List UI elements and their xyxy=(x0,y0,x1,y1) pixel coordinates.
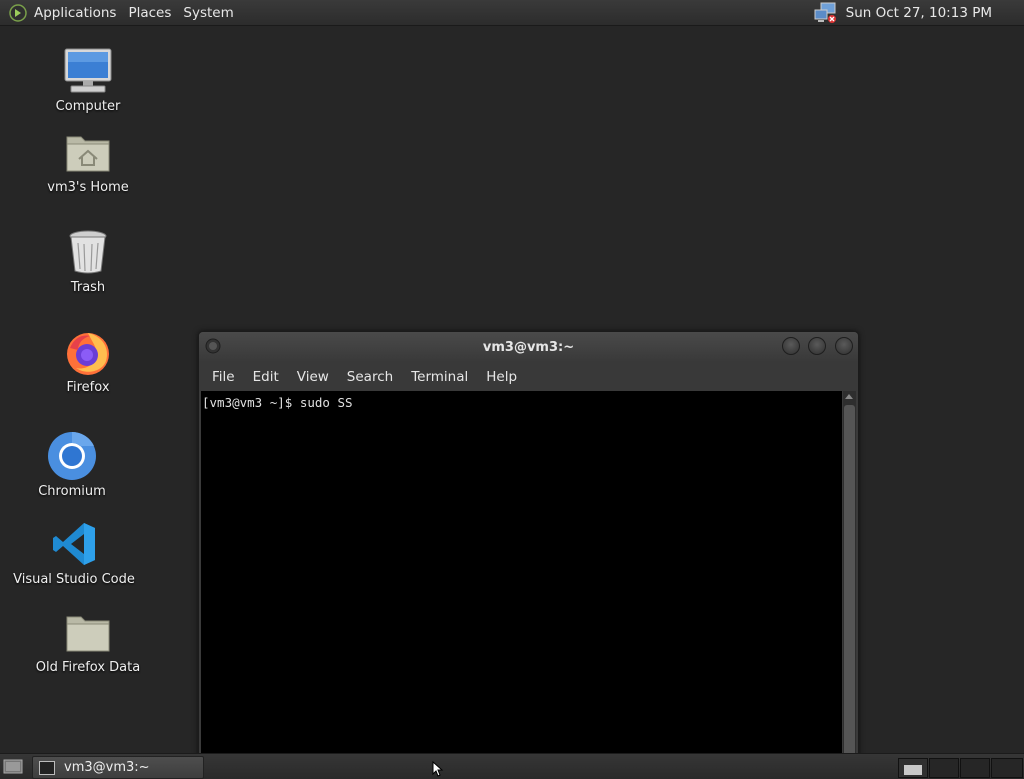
terminal-menubar: File Edit View Search Terminal Help xyxy=(199,362,858,391)
taskbar-terminal-button[interactable]: vm3@vm3:~ xyxy=(32,756,204,779)
menu-terminal[interactable]: Terminal xyxy=(402,369,477,385)
desktop-icon-label: Computer xyxy=(55,99,121,114)
system-menu[interactable]: System xyxy=(177,5,239,21)
prompt-line: [vm3@vm3 ~]$ sudo SS xyxy=(202,395,353,410)
window-title: vm3@vm3:~ xyxy=(482,340,575,355)
workspace-3[interactable] xyxy=(960,758,990,778)
menu-search[interactable]: Search xyxy=(338,369,402,385)
terminal-icon xyxy=(39,760,55,775)
computer-icon xyxy=(64,48,112,93)
places-menu[interactable]: Places xyxy=(122,5,177,21)
menu-help[interactable]: Help xyxy=(477,369,526,385)
bottom-panel: vm3@vm3:~ xyxy=(0,753,1024,779)
desktop-icon-old-firefox-data[interactable]: Old Firefox Data xyxy=(18,607,158,675)
vscode-icon xyxy=(53,523,95,565)
clock[interactable]: Sun Oct 27, 10:13 PM xyxy=(846,5,992,21)
desktop-icon-firefox[interactable]: Firefox xyxy=(18,327,158,395)
scroll-up-arrow-icon[interactable] xyxy=(845,394,853,399)
taskbar-label: vm3@vm3:~ xyxy=(64,760,150,775)
terminal-window[interactable]: vm3@vm3:~ File Edit View Search Terminal… xyxy=(198,331,859,763)
desktop-icon-label: Chromium xyxy=(38,484,106,499)
show-desktop-icon[interactable] xyxy=(3,758,23,774)
desktop-icon-chromium[interactable]: Chromium xyxy=(2,431,142,499)
desktop-icon-label: Old Firefox Data xyxy=(35,660,141,675)
desktop-icon-trash[interactable]: Trash xyxy=(18,227,158,295)
desktop-icon-label: Visual Studio Code xyxy=(13,572,135,587)
menu-view[interactable]: View xyxy=(288,369,338,385)
network-icon[interactable] xyxy=(814,2,838,24)
maximize-button[interactable] xyxy=(808,337,826,355)
applications-menu[interactable]: Applications xyxy=(28,5,122,21)
menu-edit[interactable]: Edit xyxy=(244,369,288,385)
terminal-output[interactable]: [vm3@vm3 ~]$ sudo SS xyxy=(201,391,842,762)
menu-file[interactable]: File xyxy=(203,369,244,385)
scroll-thumb[interactable] xyxy=(844,405,855,762)
trash-icon xyxy=(69,230,107,274)
applications-icon[interactable] xyxy=(9,3,27,22)
desktop-icon-label: vm3's Home xyxy=(47,180,129,195)
workspace-4[interactable] xyxy=(991,758,1023,778)
panel-tray: Sun Oct 27, 10:13 PM xyxy=(814,0,1024,25)
firefox-icon xyxy=(67,333,109,375)
workspace-2[interactable] xyxy=(929,758,959,778)
desktop-icon-vscode[interactable]: Visual Studio Code xyxy=(4,519,144,587)
chromium-icon xyxy=(48,431,96,480)
minimize-button[interactable] xyxy=(782,337,800,355)
terminal-scrollbar[interactable] xyxy=(843,391,856,762)
home-folder-icon xyxy=(66,136,110,172)
mouse-cursor-icon xyxy=(432,761,444,777)
desktop-icon-computer[interactable]: Computer xyxy=(18,46,158,114)
desktop-icon-label: Firefox xyxy=(66,380,110,395)
terminal-titlebar[interactable]: vm3@vm3:~ xyxy=(199,332,858,362)
folder-icon xyxy=(66,616,110,652)
top-panel: Applications Places System Sun Oct 27, 1… xyxy=(0,0,1024,26)
workspace-1[interactable] xyxy=(898,758,928,778)
desktop-icon-label: Trash xyxy=(70,280,106,295)
desktop-icon-home[interactable]: vm3's Home xyxy=(18,127,158,195)
close-button[interactable] xyxy=(835,337,853,355)
